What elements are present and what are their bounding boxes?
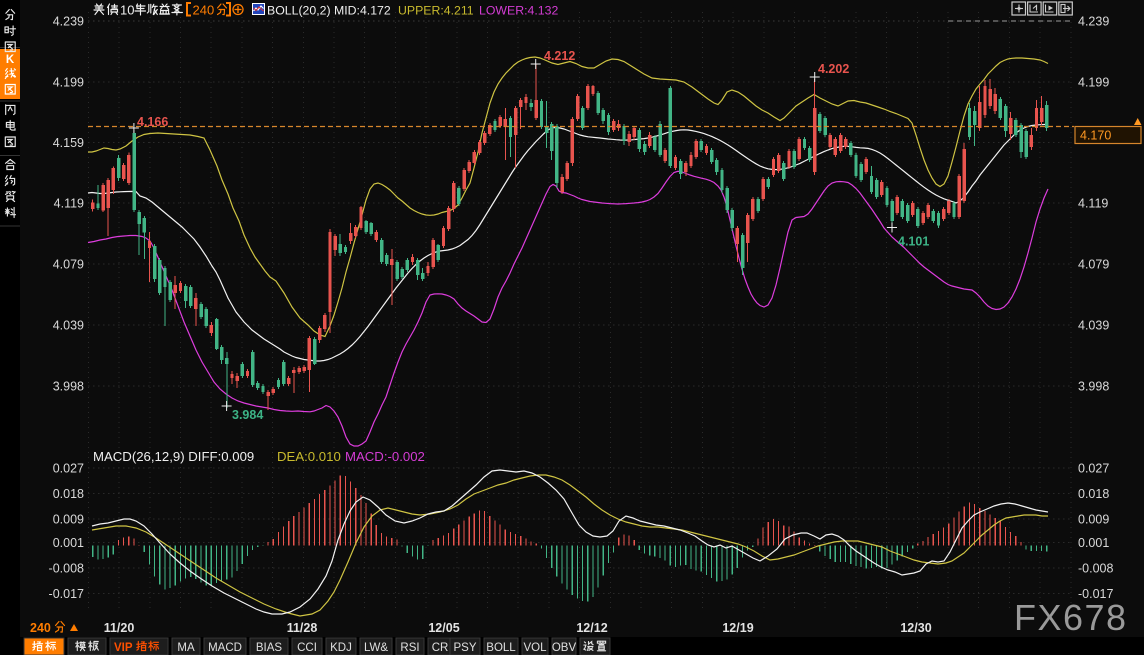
svg-text:4.159: 4.159 xyxy=(53,136,84,150)
svg-text:UPPER:4.211: UPPER:4.211 xyxy=(398,4,474,18)
svg-text:K: K xyxy=(6,54,15,66)
svg-text:4.039: 4.039 xyxy=(1078,319,1109,333)
svg-text:VOL: VOL xyxy=(523,642,547,654)
svg-text:12/05: 12/05 xyxy=(428,621,459,635)
svg-text:0.001: 0.001 xyxy=(53,536,84,550)
svg-text:RSI: RSI xyxy=(400,642,419,654)
svg-text:4.119: 4.119 xyxy=(1078,197,1108,211)
svg-text:11/20: 11/20 xyxy=(104,621,135,635)
svg-text:0.027: 0.027 xyxy=(1078,462,1109,476)
svg-text:4.101: 4.101 xyxy=(898,235,929,249)
svg-text:3.984: 3.984 xyxy=(232,408,263,422)
svg-text:10: 10 xyxy=(120,3,134,18)
svg-text:4.119: 4.119 xyxy=(54,197,84,211)
svg-text:4.166: 4.166 xyxy=(137,115,168,129)
svg-text:MACD:-0.002: MACD:-0.002 xyxy=(345,449,425,464)
svg-text:BOLL(20,2) MID:4.172: BOLL(20,2) MID:4.172 xyxy=(267,4,391,18)
svg-text:LOWER:4.132: LOWER:4.132 xyxy=(479,4,558,18)
svg-text:VIP: VIP xyxy=(114,642,133,654)
svg-text:MACD(26,12,9) DIFF:0.009: MACD(26,12,9) DIFF:0.009 xyxy=(93,449,254,464)
svg-text:FX678: FX678 xyxy=(1014,597,1128,638)
svg-text:4.039: 4.039 xyxy=(53,319,84,333)
svg-text:4.079: 4.079 xyxy=(53,258,84,272)
svg-text:PSY: PSY xyxy=(453,642,476,654)
svg-text:CCI: CCI xyxy=(297,642,317,654)
svg-text:BOLL: BOLL xyxy=(486,642,516,654)
svg-text:12/19: 12/19 xyxy=(722,621,753,635)
svg-text:0.018: 0.018 xyxy=(1078,487,1109,501)
svg-text:12/30: 12/30 xyxy=(900,621,931,635)
svg-text:0.009: 0.009 xyxy=(53,513,84,527)
svg-text:12/12: 12/12 xyxy=(576,621,607,635)
svg-text:MA: MA xyxy=(177,642,195,654)
svg-text:240: 240 xyxy=(30,621,51,635)
svg-text:3.998: 3.998 xyxy=(1078,380,1109,394)
svg-text:0.001: 0.001 xyxy=(1078,536,1109,550)
svg-text:4.079: 4.079 xyxy=(1078,258,1109,272)
svg-text:4.170: 4.170 xyxy=(1080,129,1111,143)
svg-text:-0.008: -0.008 xyxy=(49,562,84,576)
svg-text:CR: CR xyxy=(432,642,449,654)
svg-text:240: 240 xyxy=(193,3,215,18)
svg-text:-0.017: -0.017 xyxy=(49,587,84,601)
svg-text:OBV: OBV xyxy=(552,642,577,654)
svg-text:4.239: 4.239 xyxy=(53,15,84,29)
svg-text:LW&: LW& xyxy=(364,642,388,654)
svg-text:0.027: 0.027 xyxy=(53,462,84,476)
svg-text:MACD: MACD xyxy=(208,642,242,654)
svg-text:4.199: 4.199 xyxy=(1078,76,1109,90)
svg-text:DEA:0.010: DEA:0.010 xyxy=(277,449,341,464)
svg-text:4.202: 4.202 xyxy=(818,62,849,76)
svg-text:3.998: 3.998 xyxy=(53,380,84,394)
svg-text:11/28: 11/28 xyxy=(287,621,318,635)
svg-text:4.199: 4.199 xyxy=(53,76,84,90)
svg-text:4.212: 4.212 xyxy=(544,49,575,63)
svg-text:0.009: 0.009 xyxy=(1078,513,1109,527)
svg-text:-0.008: -0.008 xyxy=(1078,562,1113,576)
svg-text:4.239: 4.239 xyxy=(1078,15,1109,29)
svg-text:0.018: 0.018 xyxy=(53,487,84,501)
svg-text:KDJ: KDJ xyxy=(330,642,352,654)
svg-text:BIAS: BIAS xyxy=(256,642,283,654)
